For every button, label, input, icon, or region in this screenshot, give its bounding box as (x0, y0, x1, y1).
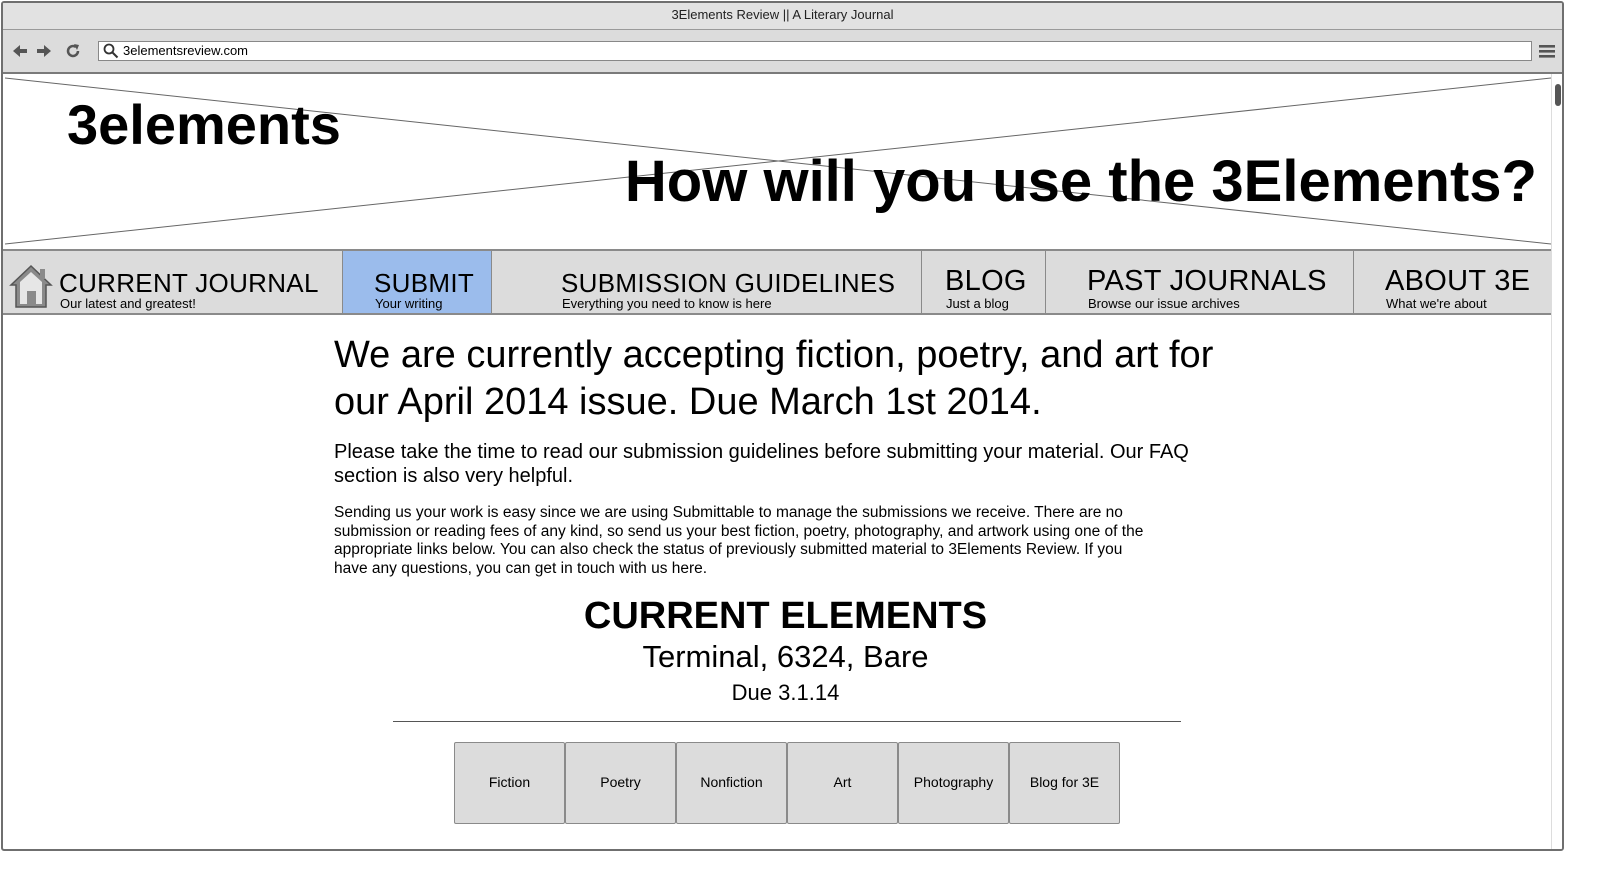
current-elements-due: Due 3.1.14 (731, 680, 840, 705)
nav-item-subtitle: What we're about (1386, 296, 1487, 311)
scrollbar-thumb[interactable] (1555, 84, 1561, 106)
nav-item-subtitle: Our latest and greatest! (60, 296, 196, 311)
banner-image-placeholder: 3elements How will you use the 3Elements… (5, 76, 1551, 246)
current-elements-title: CURRENT ELEMENTS (583, 595, 988, 637)
address-bar[interactable]: 3elementsreview.com (98, 41, 1532, 61)
nav-item-subtitle: Everything you need to know is here (562, 296, 772, 311)
url-text: 3elementsreview.com (123, 43, 248, 58)
main-content: We are currently accepting fiction, poet… (334, 332, 1234, 579)
nav-item-subtitle: Browse our issue archives (1088, 296, 1240, 311)
nonfiction-button[interactable]: Nonfiction (676, 742, 787, 824)
reload-icon[interactable] (64, 42, 82, 60)
nav-about-3e[interactable]: ABOUT 3E What we're about (1354, 251, 1551, 313)
art-button[interactable]: Art (787, 742, 898, 824)
nav-item-subtitle: Just a blog (946, 296, 1009, 311)
menu-icon[interactable] (1538, 42, 1556, 60)
nav-submit[interactable]: SUBMIT Your writing (343, 251, 492, 313)
nav-past-journals[interactable]: PAST JOURNALS Browse our issue archives (1046, 251, 1354, 313)
current-elements-words: Terminal, 6324, Bare (642, 639, 929, 674)
nav-item-subtitle: Your writing (375, 296, 443, 311)
nav-item-title: PAST JOURNALS (1087, 265, 1327, 297)
forward-arrow-icon[interactable] (35, 42, 53, 60)
nav-item-title: CURRENT JOURNAL (59, 268, 319, 298)
home-icon (9, 264, 53, 308)
body-paragraph: Sending us your work is easy since we ar… (334, 504, 1144, 578)
nav-current-journal[interactable]: CURRENT JOURNAL Our latest and greatest! (3, 251, 343, 313)
blog-for-3e-button[interactable]: Blog for 3E (1009, 742, 1120, 824)
nav-submission-guidelines[interactable]: SUBMISSION GUIDELINES Everything you nee… (492, 251, 922, 313)
fiction-button[interactable]: Fiction (454, 742, 565, 824)
browser-window: 3Elements Review || A Literary Journal 3… (1, 1, 1564, 851)
lead-paragraph: Please take the time to read our submiss… (334, 441, 1189, 487)
photography-button[interactable]: Photography (898, 742, 1009, 824)
back-arrow-icon[interactable] (11, 42, 29, 60)
window-title: 3Elements Review || A Literary Journal (3, 3, 1562, 30)
banner-tagline: How will you use the 3Elements? (624, 149, 1537, 214)
vertical-scrollbar[interactable] (1551, 74, 1562, 849)
page-viewport: 3elements How will you use the 3Elements… (3, 74, 1551, 849)
nav-item-title: BLOG (945, 265, 1027, 297)
poetry-button[interactable]: Poetry (565, 742, 676, 824)
site-logo[interactable]: 3elements (67, 92, 341, 157)
divider (393, 721, 1181, 722)
nav-item-title: ABOUT 3E (1385, 265, 1531, 297)
search-icon (103, 43, 119, 59)
nav-item-title: SUBMIT (374, 268, 475, 298)
page-headline: We are currently accepting fiction, poet… (334, 334, 1214, 423)
nav-blog[interactable]: BLOG Just a blog (922, 251, 1046, 313)
nav-item-title: SUBMISSION GUIDELINES (561, 268, 896, 298)
browser-toolbar: 3elementsreview.com (3, 30, 1562, 74)
main-nav: CURRENT JOURNAL Our latest and greatest!… (3, 249, 1551, 315)
